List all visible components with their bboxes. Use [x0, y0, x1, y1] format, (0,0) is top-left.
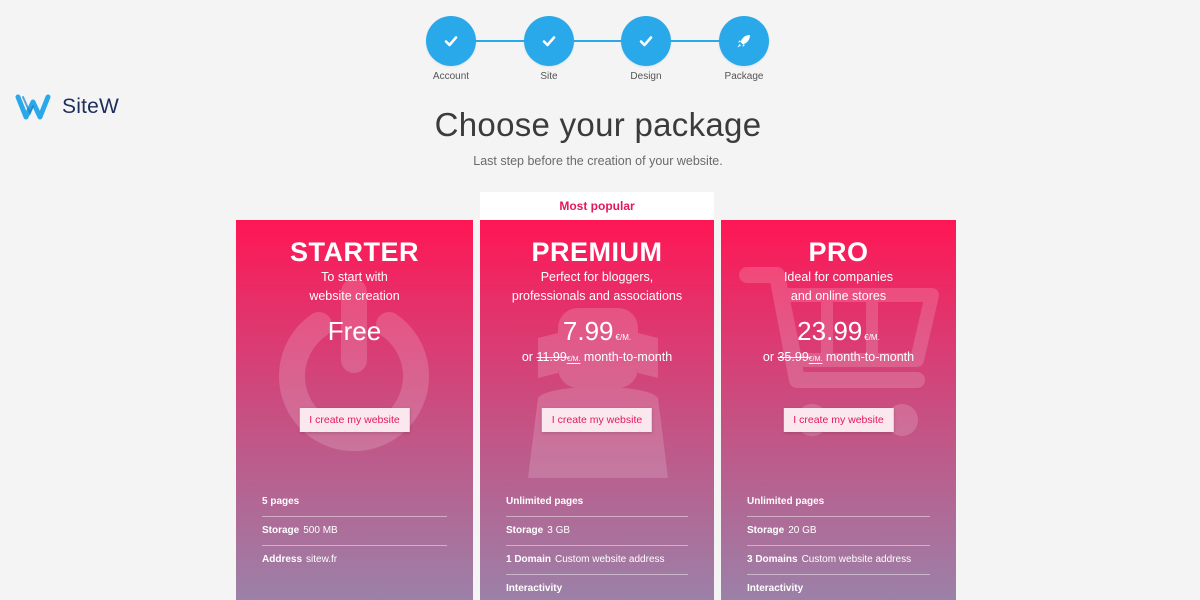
plan-description-line: To start with — [321, 270, 388, 284]
package-selection-page: SiteW Account Site Design Package Choose… — [0, 0, 1200, 600]
plan-price: 23.99 €/M. — [721, 316, 956, 347]
plan-description-line: and online stores — [790, 288, 887, 303]
page-subtitle: Last step before the creation of your we… — [473, 154, 723, 168]
plan-price: 7.99 €/M. — [480, 316, 714, 347]
step-label: Account — [432, 71, 470, 82]
most-popular-badge: Most popular — [480, 192, 714, 220]
feature-label: Storage — [506, 525, 544, 536]
plan-description: To start with website creation — [236, 268, 473, 305]
feature-item: Storage 20 GB — [747, 517, 930, 546]
plan-name: STARTER — [290, 237, 419, 267]
power-icon — [279, 280, 429, 452]
step-circle — [719, 16, 769, 66]
feature-label: 1 Domain — [506, 554, 552, 565]
feature-label: 3 Domains — [747, 554, 798, 565]
feature-item: Storage 3 GB — [506, 517, 688, 546]
plan-card-starter: STARTER To start with website creation F… — [236, 220, 473, 600]
old-price-value: 11.99€/M. — [536, 350, 580, 364]
feature-list: 5 pages Storage 500 MB Address sitew.fr — [262, 488, 447, 575]
feature-list: Unlimited pages Storage 3 GB 1 Domain Cust… — [506, 488, 688, 600]
feature-item: Interactivity — [506, 575, 688, 600]
feature-item: Address sitew.fr — [262, 546, 447, 575]
check-icon — [639, 36, 653, 47]
old-price-unit: €/M. — [808, 356, 823, 363]
old-price-suffix: month-to-month — [583, 350, 673, 364]
price-value: 7.99 — [562, 316, 614, 346]
page-title: Choose your package — [434, 106, 762, 143]
check-icon — [444, 36, 458, 47]
plan-description-line: website creation — [309, 288, 400, 303]
feature-value: Custom website address — [555, 554, 665, 565]
old-price-amount: 11.99 — [536, 350, 567, 364]
feature-value: Custom website address — [801, 554, 912, 565]
old-price-prefix: or — [521, 350, 533, 364]
create-website-button-premium[interactable]: I create my website — [541, 408, 653, 432]
plan-price: Free — [236, 316, 473, 347]
old-price-value: 35.99€/M. — [777, 350, 822, 364]
feature-item: 1 Domain Custom website address — [506, 546, 688, 575]
step-design[interactable]: Design — [606, 16, 686, 82]
plan-name: PREMIUM — [531, 237, 663, 267]
old-price-amount: 35.99 — [777, 350, 809, 364]
plan-name: PRO — [808, 237, 869, 267]
step-label: Package — [724, 71, 764, 82]
plan-description-line: professionals and associations — [511, 288, 683, 303]
person-icon — [528, 308, 668, 478]
feature-item: Storage 500 MB — [262, 517, 447, 546]
progress-stepper: Account Site Design Package — [420, 16, 780, 86]
stepper-line — [451, 40, 744, 42]
plan-old-price: or 11.99€/M. month-to-month — [480, 350, 714, 364]
feature-item: 5 pages — [262, 488, 447, 517]
feature-label: Unlimited pages — [747, 496, 825, 507]
feature-value: 20 GB — [788, 525, 817, 536]
plan-description: Perfect for bloggers, professionals and … — [480, 268, 714, 305]
feature-label: Address — [262, 554, 303, 565]
plan-old-price: or 35.99€/M. month-to-month — [721, 350, 956, 364]
feature-label: Interactivity — [506, 583, 563, 594]
price-value: Free — [327, 316, 382, 346]
feature-value: sitew.fr — [306, 554, 338, 565]
feature-value: 500 MB — [303, 525, 338, 536]
feature-item: 3 Domains Custom website address — [747, 546, 930, 575]
feature-label: 5 pages — [262, 496, 300, 507]
rocket-icon — [737, 35, 750, 48]
plan-description-line: Perfect for bloggers, — [540, 270, 654, 284]
feature-label: Interactivity — [747, 583, 804, 594]
old-price-unit: €/M. — [566, 356, 581, 363]
price-value: 23.99 — [797, 316, 863, 346]
feature-label: Storage — [747, 525, 785, 536]
create-website-button-starter[interactable]: I create my website — [299, 408, 410, 432]
old-price-prefix: or — [762, 350, 774, 364]
check-icon — [542, 36, 556, 47]
plan-description-line: Ideal for companies — [783, 270, 894, 284]
feature-value: 3 GB — [547, 525, 571, 536]
feature-label: Storage — [262, 525, 300, 536]
old-price-suffix: month-to-month — [825, 350, 915, 364]
feature-item: Interactivity — [747, 575, 930, 600]
feature-item: Unlimited pages — [506, 488, 688, 517]
feature-list: Unlimited pages Storage 20 GB 3 Domains Cu… — [747, 488, 930, 600]
feature-item: Unlimited pages — [747, 488, 930, 517]
price-unit: €/M. — [615, 333, 632, 342]
plan-card-pro: PRO Ideal for companies and online store… — [721, 220, 956, 600]
step-circle — [524, 16, 574, 66]
step-circle — [621, 16, 671, 66]
step-package[interactable]: Package — [704, 16, 784, 82]
plan-card-premium: PREMIUM Perfect for bloggers, profession… — [480, 220, 714, 600]
price-unit: €/M. — [864, 333, 880, 342]
step-circle — [426, 16, 476, 66]
plan-description: Ideal for companies and online stores — [721, 268, 956, 305]
create-website-button-pro[interactable]: I create my website — [783, 408, 894, 432]
feature-label: Unlimited pages — [506, 496, 584, 507]
step-account[interactable]: Account — [411, 16, 491, 82]
step-label: Site — [540, 71, 558, 82]
step-site[interactable]: Site — [509, 16, 589, 82]
step-label: Design — [630, 71, 662, 82]
